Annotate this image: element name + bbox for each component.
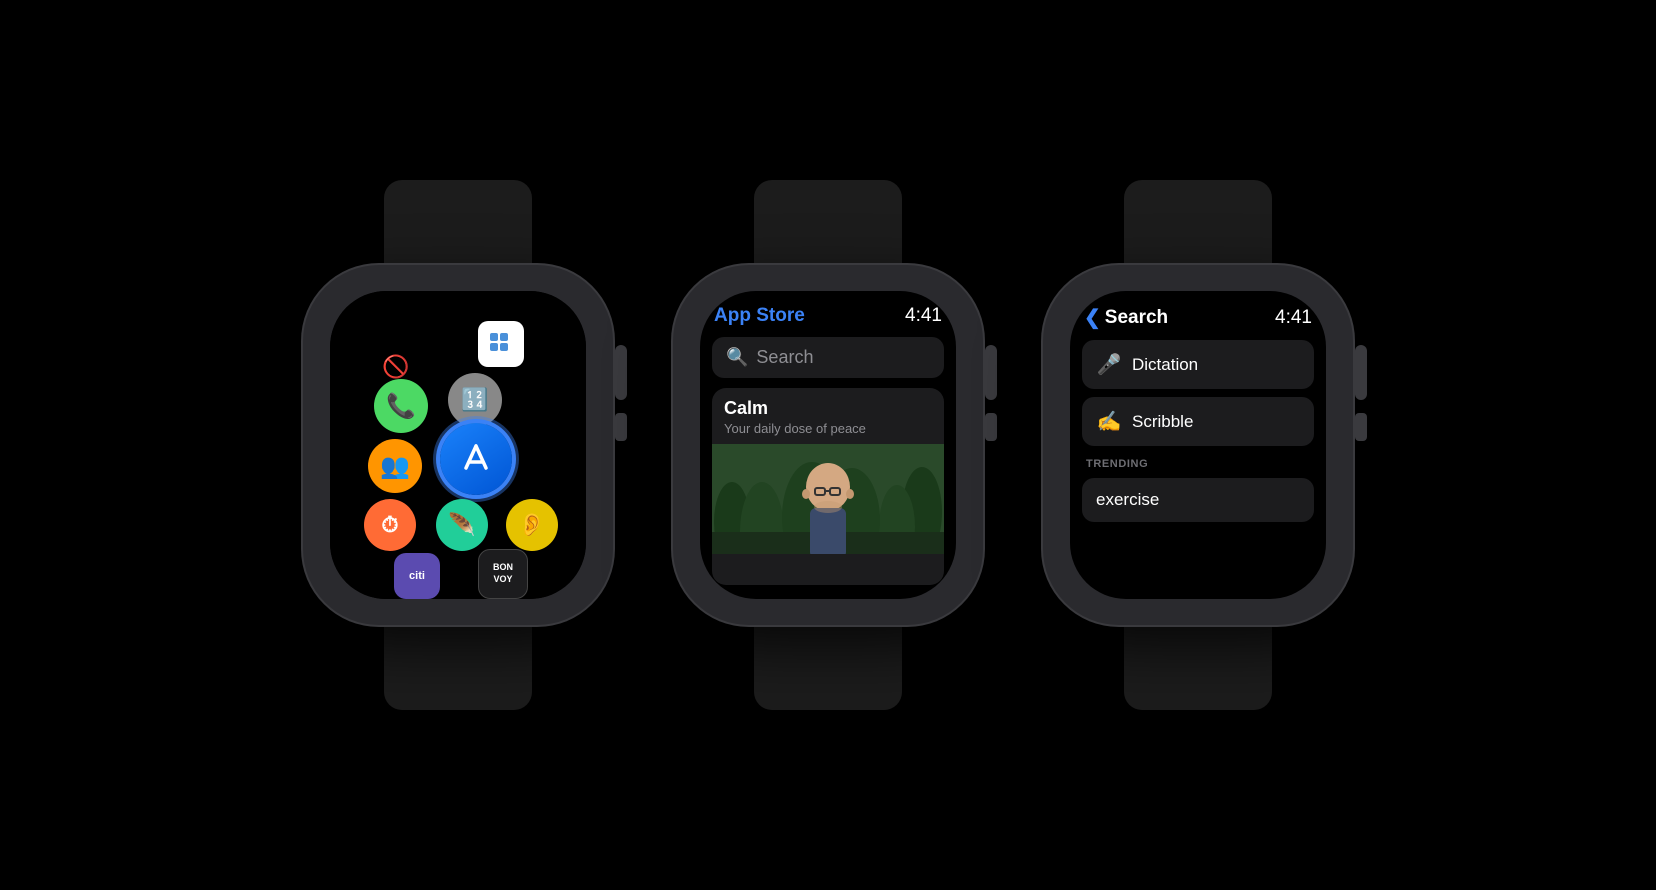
exercise-trending-item[interactable]: exercise bbox=[1082, 478, 1314, 522]
search-bar[interactable]: 🔍 Search bbox=[712, 337, 944, 378]
watch-button-3 bbox=[1355, 413, 1367, 441]
watch-screen-1: 🚫 📞 🔢 👥 bbox=[330, 291, 586, 599]
band-top-2 bbox=[754, 180, 902, 265]
app-icon-find-my[interactable]: 👥 bbox=[368, 439, 422, 493]
appstore-time: 4:41 bbox=[905, 305, 942, 327]
band-bottom-1 bbox=[384, 625, 532, 710]
watch-1: 🚫 📞 🔢 👥 bbox=[303, 180, 613, 710]
appstore-screen: App Store 4:41 🔍 Search Calm Your daily … bbox=[700, 291, 956, 599]
search-header: ❮ Search 4:41 bbox=[1082, 305, 1314, 330]
watch-crown-2 bbox=[985, 345, 997, 400]
app-icon-app-store[interactable] bbox=[440, 423, 512, 495]
watch-screen-3: ❮ Search 4:41 🎤 Dictation ✍️ Scribble bbox=[1070, 291, 1326, 599]
calm-image bbox=[712, 444, 944, 554]
calm-subtitle: Your daily dose of peace bbox=[724, 421, 932, 436]
app-icon-calculator[interactable]: 🔢 bbox=[448, 373, 502, 427]
watch-crown-3 bbox=[1355, 345, 1367, 400]
watch-button-1 bbox=[615, 413, 627, 441]
app-icon-phone[interactable]: 📞 bbox=[374, 379, 428, 433]
trending-label: TRENDING bbox=[1082, 458, 1314, 470]
app-icon-citi[interactable]: citi bbox=[394, 553, 440, 599]
back-group: ❮ Search bbox=[1084, 305, 1168, 330]
app-icon-hearing[interactable]: 👂 bbox=[506, 499, 558, 551]
watch-body-1: 🚫 📞 🔢 👥 bbox=[303, 265, 613, 625]
app-icon-no-entry: 🚫 bbox=[382, 353, 410, 381]
band-top-1 bbox=[384, 180, 532, 265]
app-icon-marriott[interactable]: BONVOY bbox=[478, 549, 528, 599]
calm-title: Calm bbox=[724, 398, 932, 419]
back-chevron-icon[interactable]: ❮ bbox=[1084, 305, 1101, 330]
scribble-option[interactable]: ✍️ Scribble bbox=[1082, 397, 1314, 446]
scribble-icon: ✍️ bbox=[1096, 409, 1122, 434]
watch-body-2: App Store 4:41 🔍 Search Calm Your daily … bbox=[673, 265, 983, 625]
watches-container: 🚫 📞 🔢 👥 bbox=[0, 0, 1656, 890]
microphone-icon: 🎤 bbox=[1096, 352, 1122, 377]
band-top-3 bbox=[1124, 180, 1272, 265]
watch-body-3: ❮ Search 4:41 🎤 Dictation ✍️ Scribble bbox=[1043, 265, 1353, 625]
band-bottom-2 bbox=[754, 625, 902, 710]
watch-3: ❮ Search 4:41 🎤 Dictation ✍️ Scribble bbox=[1043, 180, 1353, 710]
search-header-title: Search bbox=[1105, 307, 1168, 329]
watch-2: App Store 4:41 🔍 Search Calm Your daily … bbox=[673, 180, 983, 710]
scribble-label: Scribble bbox=[1132, 412, 1193, 432]
band-bottom-3 bbox=[1124, 625, 1272, 710]
exercise-label: exercise bbox=[1096, 490, 1159, 510]
watch-crown-1 bbox=[615, 345, 627, 400]
search-screen: ❮ Search 4:41 🎤 Dictation ✍️ Scribble bbox=[1070, 291, 1326, 599]
search-time: 4:41 bbox=[1275, 307, 1312, 329]
app-icon-timer[interactable]: ⏱ bbox=[364, 499, 416, 551]
appstore-title: App Store bbox=[714, 305, 805, 327]
calm-card-text: Calm Your daily dose of peace bbox=[712, 388, 944, 444]
appstore-header: App Store 4:41 bbox=[712, 305, 944, 327]
calm-card[interactable]: Calm Your daily dose of peace bbox=[712, 388, 944, 585]
app-icon-robinhood[interactable]: 🪶 bbox=[436, 499, 488, 551]
dictation-label: Dictation bbox=[1132, 355, 1198, 375]
watch-screen-2: App Store 4:41 🔍 Search Calm Your daily … bbox=[700, 291, 956, 599]
dictation-option[interactable]: 🎤 Dictation bbox=[1082, 340, 1314, 389]
watch-button-2 bbox=[985, 413, 997, 441]
search-icon: 🔍 bbox=[726, 347, 748, 368]
search-placeholder-text: Search bbox=[756, 347, 813, 368]
app-grid: 🚫 📞 🔢 👥 bbox=[330, 291, 586, 599]
app-icon-grid[interactable] bbox=[478, 321, 524, 367]
